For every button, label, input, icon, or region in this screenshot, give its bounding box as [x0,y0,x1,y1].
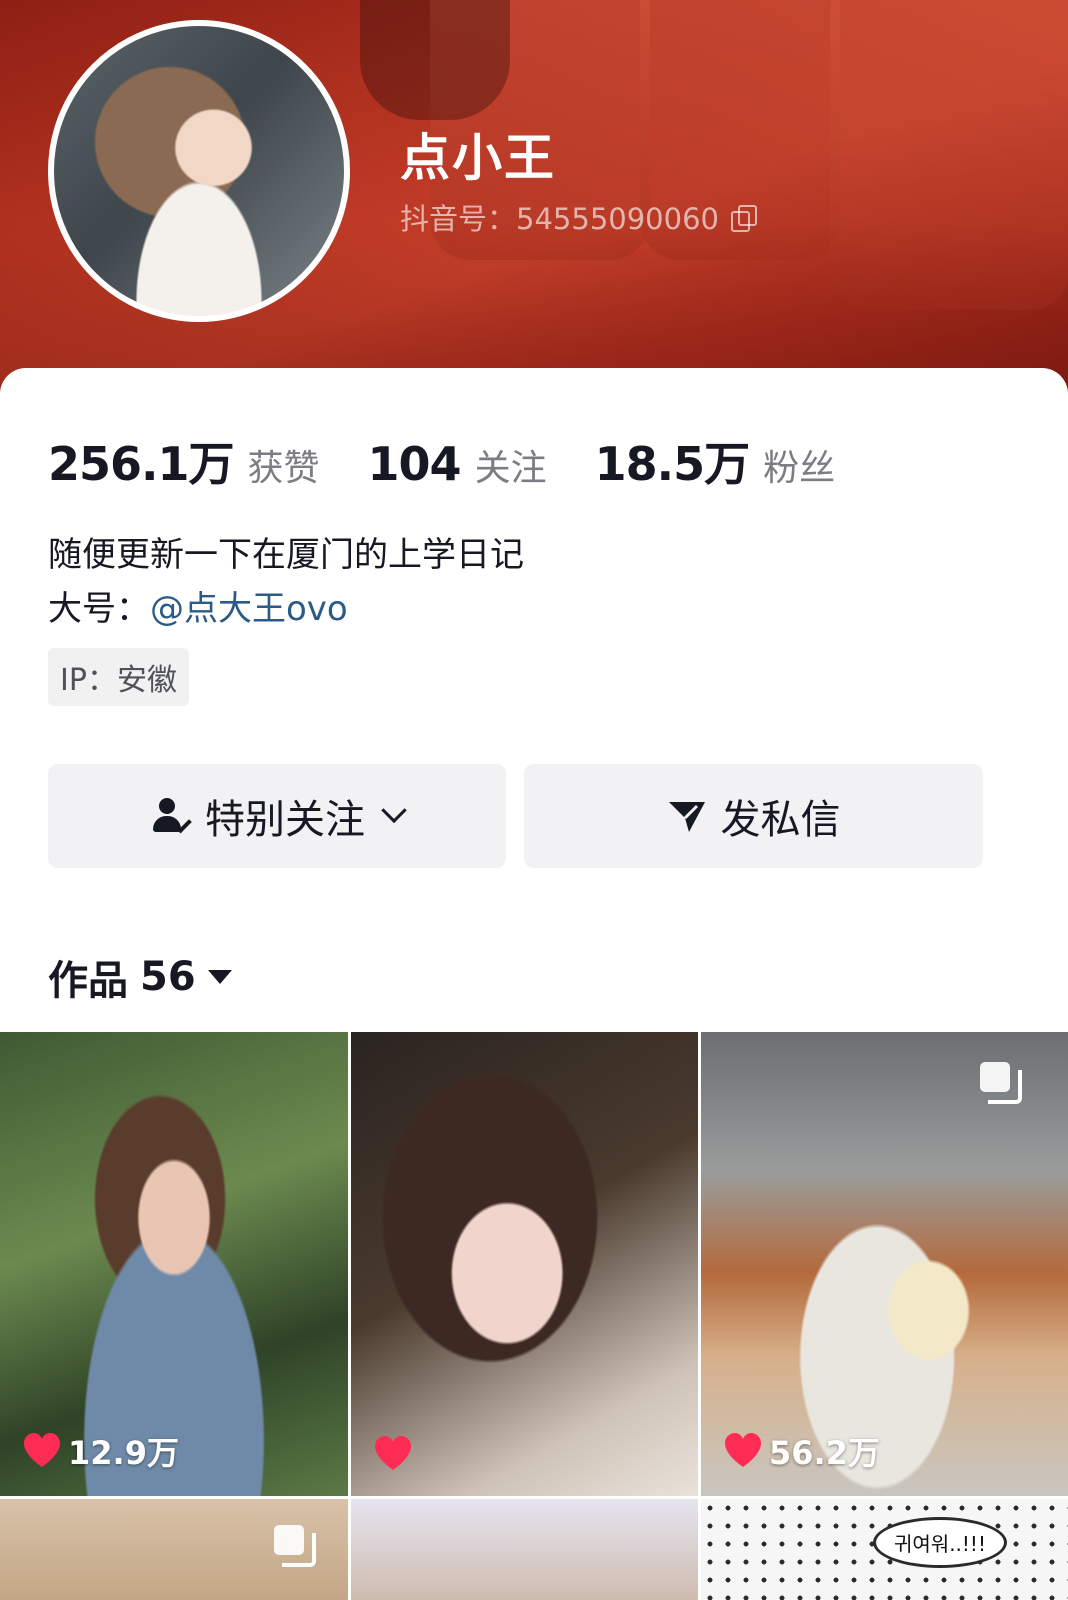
bio-line: 随便更新一下在厦门的上学日记 [48,535,524,575]
like-count: 56.2万 [723,1428,880,1474]
video-tile[interactable]: 귀여워..!!! [701,1499,1068,1600]
bio-prefix: 大号： [48,589,150,629]
stat-following[interactable]: 104 关注 [368,437,547,491]
message-label: 发私信 [720,797,841,843]
send-icon [668,802,705,832]
stat-label: 获赞 [247,448,320,489]
video-tile[interactable]: 56.2万 [701,1032,1068,1496]
video-tile[interactable]: 12.9万 [0,1032,348,1496]
douyin-id-text: 抖音号：54555090060 [400,196,719,238]
bio-line: 大号： @点大王ovo [48,582,524,636]
person-check-icon [151,796,192,836]
stat-likes[interactable]: 256.1万 获赞 [48,428,320,494]
video-tile[interactable] [351,1032,698,1496]
banner-shadow [360,0,510,120]
stat-value: 104 [367,437,462,491]
username: 点小王 [400,129,556,187]
speech-bubble-caption: 귀여워..!!! [873,1517,1007,1568]
ip-location-tag: IP：安徽 [48,648,189,706]
like-count [373,1434,419,1474]
heart-icon [725,1433,761,1467]
works-label: 作品 [48,958,128,1004]
chevron-down-icon [381,797,407,824]
works-count: 56 [140,954,196,1000]
heart-icon [24,1433,60,1467]
douyin-id-value: 54555090060 [516,202,719,236]
video-tile[interactable] [351,1499,698,1600]
stat-label: 粉丝 [763,448,836,489]
video-tile[interactable] [0,1499,348,1600]
stat-value: 18.5万 [594,437,750,491]
multi-image-icon [980,1062,1022,1104]
follow-label: 特别关注 [205,797,365,843]
bio-mention-link[interactable]: @点大王ovo [150,582,348,636]
works-tab[interactable]: 作品 56 [48,948,232,1006]
avatar[interactable] [48,20,350,322]
douyin-id[interactable]: 抖音号：54555090060 [400,196,757,238]
stat-label: 关注 [474,448,547,489]
copy-icon[interactable] [730,205,757,232]
bio: 随便更新一下在厦门的上学日记 大号： @点大王ovo [48,528,524,636]
like-count-value: 56.2万 [769,1434,880,1472]
send-message-button[interactable]: 发私信 [524,764,983,868]
special-follow-button[interactable]: 特别关注 [48,764,506,868]
heart-icon [375,1436,411,1470]
like-count-value: 12.9万 [68,1434,179,1472]
like-count: 12.9万 [22,1428,179,1474]
caret-down-icon [207,970,232,984]
multi-image-icon [274,1525,316,1567]
stats-row: 256.1万 获赞 104 关注 18.5万 粉丝 [48,428,883,494]
stat-value: 256.1万 [48,437,235,491]
stat-followers[interactable]: 18.5万 粉丝 [595,428,836,494]
douyin-id-label: 抖音号： [400,202,517,236]
